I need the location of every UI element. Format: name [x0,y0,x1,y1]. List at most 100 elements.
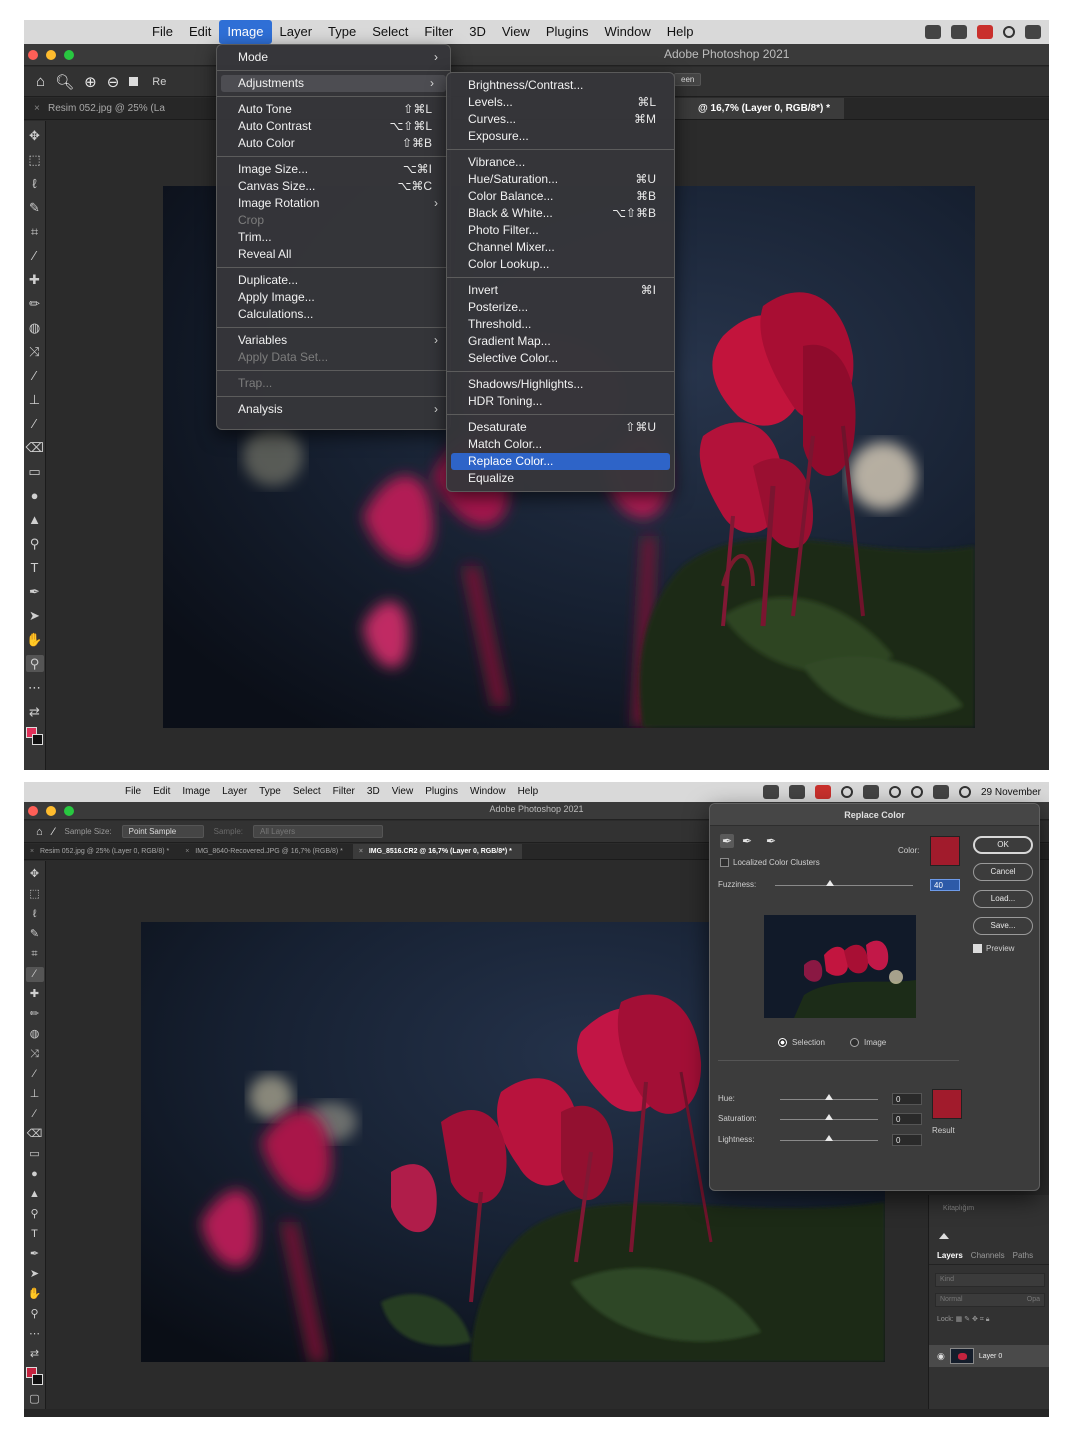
menu-item-levels[interactable]: Levels... ⌘L [447,94,674,111]
tray-m-icon[interactable] [788,785,805,799]
hand-tool-icon[interactable]: ✋ [26,1287,44,1302]
sharpen-tool-icon[interactable]: ▲ [26,511,44,528]
hand-tool-icon[interactable]: ✋ [26,631,44,648]
resize-windows-checkbox[interactable] [129,77,139,86]
menu-item-hue-saturation[interactable]: Hue/Saturation... ⌘U [447,171,674,188]
selection-preview[interactable] [764,915,916,1018]
tab-layers[interactable]: Layers [937,1251,963,1260]
slider-thumb[interactable] [826,880,835,886]
eyedropper-tool-icon[interactable]: ⁄ [25,967,44,982]
lightness-value-field[interactable]: 0 [892,1134,922,1146]
menu-select[interactable]: Select [287,782,327,802]
collapse-icon[interactable] [939,1233,949,1239]
close-tab-icon[interactable]: × [359,848,363,855]
menu-filter[interactable]: Filter [327,782,361,802]
fuzziness-value-field[interactable]: 40 [930,879,960,891]
art-brush-icon[interactable]: ∕ [26,415,44,432]
marquee-tool-icon[interactable]: ⬚ [26,887,44,902]
eyedropper-icon[interactable]: ✒ [720,834,735,848]
close-window-icon[interactable] [28,50,38,60]
layer-row[interactable]: ◉ Layer 0 [929,1345,1049,1367]
kind-filter[interactable]: Kind [935,1273,1045,1287]
wifi-icon[interactable] [888,786,901,798]
menu-item-channel-mixer[interactable]: Channel Mixer... [447,239,674,256]
menu-item-black-white[interactable]: Black & White... ⌥⇧⌘B [447,205,674,222]
hue-slider[interactable] [780,1094,878,1100]
color-swatches[interactable] [25,1367,44,1387]
menu-item-equalize[interactable]: Equalize [447,470,674,487]
zoom-window-icon[interactable] [64,806,74,816]
more-tools-icon[interactable]: ⋯ [26,679,44,696]
stamp-tool-icon[interactable]: ◍ [26,319,44,336]
fuzziness-slider[interactable] [775,880,913,886]
menu-item-selective-color[interactable]: Selective Color... [447,350,674,367]
menu-layer[interactable]: Layer [216,782,253,802]
stamp-tool-icon[interactable]: ◍ [26,1027,44,1042]
menu-item-threshold[interactable]: Threshold... [447,316,674,333]
selection-radio[interactable]: Selection [778,1038,825,1048]
clone-stamp-icon[interactable]: ⊥ [26,391,44,408]
zoom-tool-icon[interactable]: ⚲ [26,1307,44,1322]
tray-flag-icon[interactable] [977,25,993,39]
close-tab-icon[interactable]: × [185,848,189,855]
menu-type[interactable]: Type [253,782,287,802]
blur-tool-icon[interactable]: ● [26,487,44,504]
type-tool-icon[interactable]: T [26,559,44,576]
blend-mode-select[interactable]: Normal Opa [935,1293,1045,1307]
localized-clusters-checkbox[interactable]: Localized Color Clusters [720,858,820,868]
tray-play-icon[interactable] [1003,26,1015,38]
menu-select[interactable]: Select [364,20,416,44]
swap-colors-icon[interactable]: ⇄ [26,703,44,720]
menu-3d[interactable]: 3D [361,782,386,802]
menu-item-analysis[interactable]: Analysis › [217,401,450,418]
menu-item-image-size[interactable]: Image Size... ⌥⌘I [217,161,450,178]
close-tab-icon[interactable]: × [30,848,34,855]
menu-item-auto-tone[interactable]: Auto Tone ⇧⌘L [217,101,450,118]
tray-m-icon[interactable] [951,25,967,39]
tray-battery-icon[interactable] [1025,25,1041,39]
pen-tool-icon[interactable]: ✒ [26,583,44,600]
menu-item-variables[interactable]: Variables › [217,332,450,349]
eyedropper-tool-icon[interactable]: ⁄ [26,247,44,264]
menu-layer[interactable]: Layer [272,20,321,44]
tab-paths[interactable]: Paths [1013,1251,1033,1260]
menu-item-mode[interactable]: Mode › [217,49,450,66]
menu-item-desaturate[interactable]: Desaturate ⇧⌘U [447,419,674,436]
menu-window[interactable]: Window [596,20,658,44]
menu-item-posterize[interactable]: Posterize... [447,299,674,316]
crop-tool-icon[interactable]: ⌗ [26,947,44,962]
path-select-icon[interactable]: ➤ [26,607,44,624]
layer-name[interactable]: Layer 0 [979,1353,1002,1360]
menu-item-brightness-contrast[interactable]: Brightness/Contrast... [447,77,674,94]
saturation-value-field[interactable]: 0 [892,1113,922,1125]
gradient-tool-icon[interactable]: ▭ [26,463,44,480]
minimize-window-icon[interactable] [46,50,56,60]
home-icon[interactable]: ⌂ [36,73,45,90]
minimize-window-icon[interactable] [46,806,56,816]
dodge-tool-icon[interactable]: ⚲ [26,535,44,552]
path-select-icon[interactable]: ➤ [26,1267,44,1282]
menu-file[interactable]: File [119,782,147,802]
lightness-slider[interactable] [780,1135,878,1141]
slider-thumb[interactable] [825,1135,833,1141]
menu-edit[interactable]: Edit [181,20,219,44]
menu-file[interactable]: File [144,20,181,44]
tab-resim-052[interactable]: × Resim 052.jpg @ 25% (Layer 0, RGB/8) * [24,844,179,859]
brush-tool-icon[interactable]: ✏ [26,1007,44,1022]
type-tool-icon[interactable]: T [26,1227,44,1242]
menu-item-auto-color[interactable]: Auto Color ⇧⌘B [217,135,450,152]
brush-tool-icon[interactable]: ✏ [26,295,44,312]
tray-app-icon[interactable] [925,25,941,39]
gradient-tool-icon[interactable]: ▭ [26,1147,44,1162]
siri-icon[interactable] [958,786,971,798]
blur-tool-icon[interactable]: ● [26,1167,44,1182]
sharpen-tool-icon[interactable]: ▲ [26,1187,44,1202]
menu-item-adjustments[interactable]: Adjustments › [221,75,446,92]
tab-resim-052[interactable]: × Resim 052.jpg @ 25% (La [24,98,179,119]
menu-item-apply-image[interactable]: Apply Image... [217,289,450,306]
zoom-window-icon[interactable] [64,50,74,60]
tab-img-8516[interactable]: @ 16,7% (Layer 0, RGB/8*) * [674,98,845,119]
ok-button[interactable]: OK [973,836,1033,854]
menu-image[interactable]: Image [219,20,272,44]
menu-item-exposure[interactable]: Exposure... [447,128,674,145]
